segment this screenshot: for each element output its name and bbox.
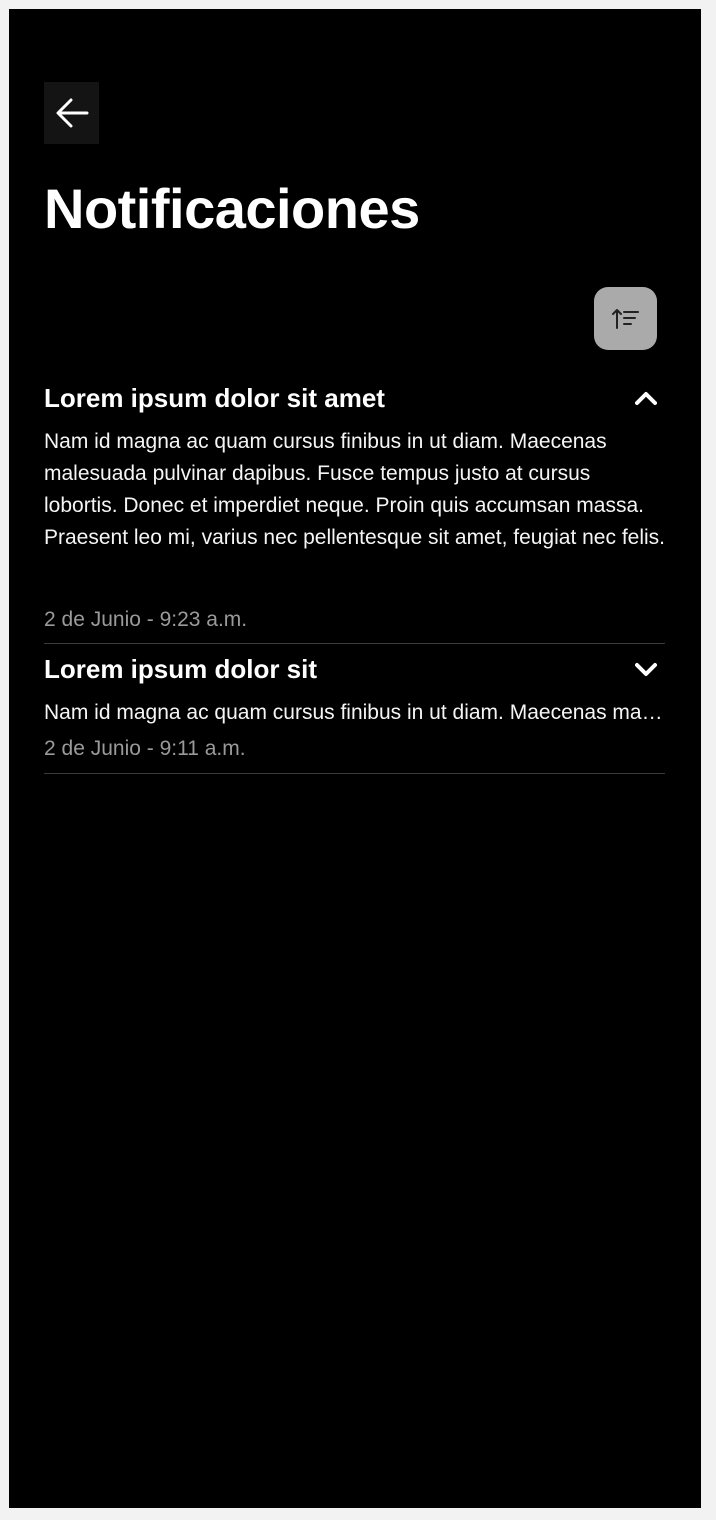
- notification-body: Nam id magna ac quam cursus finibus in u…: [44, 701, 665, 724]
- page-title: Notificaciones: [44, 177, 420, 240]
- sort-button[interactable]: [594, 287, 657, 350]
- notification-timestamp: 2 de Junio - 9:23 a.m.: [44, 608, 248, 631]
- back-button[interactable]: [44, 82, 99, 144]
- notification-title: Lorem ipsum dolor sit amet: [44, 383, 385, 413]
- notification-item[interactable]: Lorem ipsum dolor sit amet Nam id magna …: [44, 381, 665, 644]
- notifications-screen: Notificaciones Lorem ipsum dolor sit ame…: [9, 9, 701, 1508]
- sort-ascending-icon: [611, 308, 639, 329]
- notification-item[interactable]: Lorem ipsum dolor sit Nam id magna ac qu…: [44, 652, 665, 774]
- notification-body: Nam id magna ac quam cursus finibus in u…: [44, 430, 665, 549]
- chevron-up-icon[interactable]: [635, 390, 657, 406]
- notification-timestamp: 2 de Junio - 9:11 a.m.: [44, 737, 246, 760]
- notification-title: Lorem ipsum dolor sit: [44, 654, 318, 684]
- arrow-left-icon: [56, 98, 88, 128]
- chevron-down-icon[interactable]: [635, 661, 657, 677]
